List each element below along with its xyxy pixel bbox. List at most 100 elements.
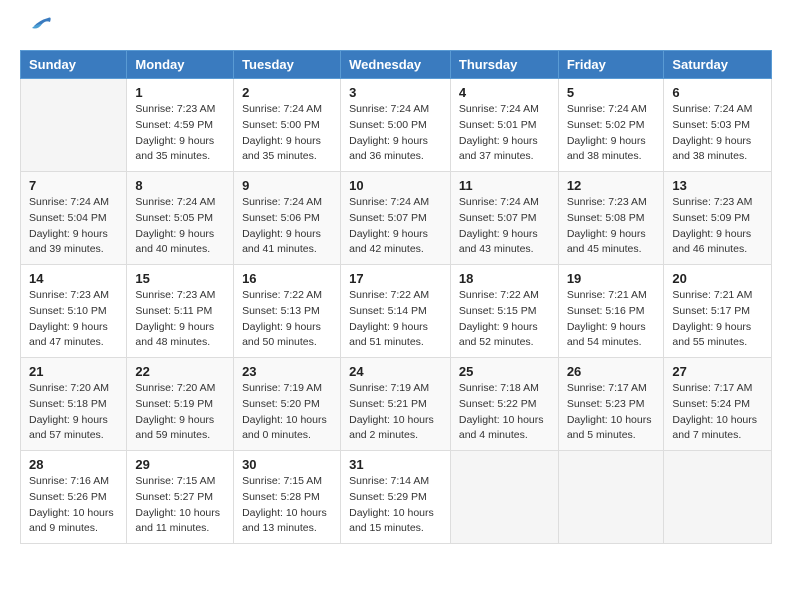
day-info: Sunrise: 7:24 AMSunset: 5:02 PMDaylight:… [567, 102, 656, 165]
calendar-cell: 22 Sunrise: 7:20 AMSunset: 5:19 PMDayligh… [127, 358, 234, 451]
day-info: Sunrise: 7:17 AMSunset: 5:24 PMDaylight:… [672, 381, 763, 444]
day-number: 17 [349, 271, 442, 286]
day-info: Sunrise: 7:24 AMSunset: 5:05 PMDaylight:… [135, 195, 225, 258]
calendar-cell [664, 451, 772, 544]
calendar-cell: 19 Sunrise: 7:21 AMSunset: 5:16 PMDayligh… [558, 265, 664, 358]
calendar-cell: 26 Sunrise: 7:17 AMSunset: 5:23 PMDayligh… [558, 358, 664, 451]
day-number: 2 [242, 85, 332, 100]
calendar-cell: 9 Sunrise: 7:24 AMSunset: 5:06 PMDaylight… [234, 172, 341, 265]
calendar-cell: 28 Sunrise: 7:16 AMSunset: 5:26 PMDayligh… [21, 451, 127, 544]
day-info: Sunrise: 7:22 AMSunset: 5:14 PMDaylight:… [349, 288, 442, 351]
calendar-cell: 13 Sunrise: 7:23 AMSunset: 5:09 PMDayligh… [664, 172, 772, 265]
calendar-cell [450, 451, 558, 544]
day-info: Sunrise: 7:20 AMSunset: 5:19 PMDaylight:… [135, 381, 225, 444]
day-number: 30 [242, 457, 332, 472]
day-info: Sunrise: 7:16 AMSunset: 5:26 PMDaylight:… [29, 474, 118, 537]
column-header-wednesday: Wednesday [341, 51, 451, 79]
day-number: 25 [459, 364, 550, 379]
day-info: Sunrise: 7:23 AMSunset: 5:11 PMDaylight:… [135, 288, 225, 351]
day-info: Sunrise: 7:15 AMSunset: 5:27 PMDaylight:… [135, 474, 225, 537]
calendar-week-row: 7 Sunrise: 7:24 AMSunset: 5:04 PMDaylight… [21, 172, 772, 265]
day-info: Sunrise: 7:24 AMSunset: 5:07 PMDaylight:… [459, 195, 550, 258]
calendar-week-row: 1Sunrise: 7:23 AMSunset: 4:59 PMDaylight… [21, 79, 772, 172]
day-info: Sunrise: 7:23 AMSunset: 4:59 PMDaylight:… [135, 102, 225, 165]
day-info: Sunrise: 7:24 AMSunset: 5:06 PMDaylight:… [242, 195, 332, 258]
calendar-cell: 17 Sunrise: 7:22 AMSunset: 5:14 PMDayligh… [341, 265, 451, 358]
day-number: 6 [672, 85, 763, 100]
calendar-cell: 1Sunrise: 7:23 AMSunset: 4:59 PMDaylight… [127, 79, 234, 172]
day-number: 28 [29, 457, 118, 472]
day-info: Sunrise: 7:14 AMSunset: 5:29 PMDaylight:… [349, 474, 442, 537]
day-number: 15 [135, 271, 225, 286]
logo [20, 16, 56, 38]
calendar-cell: 21 Sunrise: 7:20 AMSunset: 5:18 PMDayligh… [21, 358, 127, 451]
calendar-cell: 29 Sunrise: 7:15 AMSunset: 5:27 PMDayligh… [127, 451, 234, 544]
day-number: 29 [135, 457, 225, 472]
day-info: Sunrise: 7:19 AMSunset: 5:20 PMDaylight:… [242, 381, 332, 444]
calendar-cell: 23 Sunrise: 7:19 AMSunset: 5:20 PMDayligh… [234, 358, 341, 451]
day-number: 13 [672, 178, 763, 193]
calendar-week-row: 28 Sunrise: 7:16 AMSunset: 5:26 PMDayligh… [21, 451, 772, 544]
calendar-cell: 2 Sunrise: 7:24 AMSunset: 5:00 PMDaylight… [234, 79, 341, 172]
calendar-cell: 11 Sunrise: 7:24 AMSunset: 5:07 PMDayligh… [450, 172, 558, 265]
calendar-cell: 18 Sunrise: 7:22 AMSunset: 5:15 PMDayligh… [450, 265, 558, 358]
calendar-cell: 24 Sunrise: 7:19 AMSunset: 5:21 PMDayligh… [341, 358, 451, 451]
column-header-sunday: Sunday [21, 51, 127, 79]
day-info: Sunrise: 7:23 AMSunset: 5:10 PMDaylight:… [29, 288, 118, 351]
day-number: 24 [349, 364, 442, 379]
day-info: Sunrise: 7:21 AMSunset: 5:16 PMDaylight:… [567, 288, 656, 351]
calendar-cell: 12Sunrise: 7:23 AMSunset: 5:08 PMDayligh… [558, 172, 664, 265]
column-header-tuesday: Tuesday [234, 51, 341, 79]
day-number: 11 [459, 178, 550, 193]
day-number: 18 [459, 271, 550, 286]
day-number: 23 [242, 364, 332, 379]
calendar-cell: 4Sunrise: 7:24 AMSunset: 5:01 PMDaylight… [450, 79, 558, 172]
calendar-cell: 30 Sunrise: 7:15 AMSunset: 5:28 PMDayligh… [234, 451, 341, 544]
day-number: 5 [567, 85, 656, 100]
day-number: 22 [135, 364, 225, 379]
day-info: Sunrise: 7:24 AMSunset: 5:01 PMDaylight:… [459, 102, 550, 165]
day-info: Sunrise: 7:17 AMSunset: 5:23 PMDaylight:… [567, 381, 656, 444]
column-header-monday: Monday [127, 51, 234, 79]
day-number: 3 [349, 85, 442, 100]
calendar-cell [21, 79, 127, 172]
day-info: Sunrise: 7:24 AMSunset: 5:00 PMDaylight:… [242, 102, 332, 165]
day-info: Sunrise: 7:24 AMSunset: 5:04 PMDaylight:… [29, 195, 118, 258]
day-info: Sunrise: 7:23 AMSunset: 5:08 PMDaylight:… [567, 195, 656, 258]
column-header-friday: Friday [558, 51, 664, 79]
calendar-cell: 6 Sunrise: 7:24 AMSunset: 5:03 PMDaylight… [664, 79, 772, 172]
calendar-cell: 15 Sunrise: 7:23 AMSunset: 5:11 PMDayligh… [127, 265, 234, 358]
day-number: 7 [29, 178, 118, 193]
day-info: Sunrise: 7:24 AMSunset: 5:03 PMDaylight:… [672, 102, 763, 165]
calendar-week-row: 14Sunrise: 7:23 AMSunset: 5:10 PMDayligh… [21, 265, 772, 358]
day-number: 31 [349, 457, 442, 472]
calendar-cell: 25Sunrise: 7:18 AMSunset: 5:22 PMDayligh… [450, 358, 558, 451]
calendar-cell: 8Sunrise: 7:24 AMSunset: 5:05 PMDaylight… [127, 172, 234, 265]
column-header-saturday: Saturday [664, 51, 772, 79]
calendar-cell: 7 Sunrise: 7:24 AMSunset: 5:04 PMDaylight… [21, 172, 127, 265]
column-header-thursday: Thursday [450, 51, 558, 79]
calendar-table: SundayMondayTuesdayWednesdayThursdayFrid… [20, 50, 772, 544]
day-number: 16 [242, 271, 332, 286]
page-header [20, 16, 772, 38]
day-number: 9 [242, 178, 332, 193]
day-info: Sunrise: 7:23 AMSunset: 5:09 PMDaylight:… [672, 195, 763, 258]
day-info: Sunrise: 7:20 AMSunset: 5:18 PMDaylight:… [29, 381, 118, 444]
day-info: Sunrise: 7:24 AMSunset: 5:07 PMDaylight:… [349, 195, 442, 258]
calendar-week-row: 21 Sunrise: 7:20 AMSunset: 5:18 PMDayligh… [21, 358, 772, 451]
day-info: Sunrise: 7:21 AMSunset: 5:17 PMDaylight:… [672, 288, 763, 351]
day-info: Sunrise: 7:22 AMSunset: 5:13 PMDaylight:… [242, 288, 332, 351]
day-info: Sunrise: 7:22 AMSunset: 5:15 PMDaylight:… [459, 288, 550, 351]
day-number: 27 [672, 364, 763, 379]
day-info: Sunrise: 7:15 AMSunset: 5:28 PMDaylight:… [242, 474, 332, 537]
day-number: 19 [567, 271, 656, 286]
day-number: 21 [29, 364, 118, 379]
calendar-cell: 14Sunrise: 7:23 AMSunset: 5:10 PMDayligh… [21, 265, 127, 358]
calendar-cell: 3 Sunrise: 7:24 AMSunset: 5:00 PMDaylight… [341, 79, 451, 172]
calendar-cell: 27 Sunrise: 7:17 AMSunset: 5:24 PMDayligh… [664, 358, 772, 451]
calendar-cell [558, 451, 664, 544]
day-info: Sunrise: 7:24 AMSunset: 5:00 PMDaylight:… [349, 102, 442, 165]
calendar-cell: 20Sunrise: 7:21 AMSunset: 5:17 PMDayligh… [664, 265, 772, 358]
day-info: Sunrise: 7:19 AMSunset: 5:21 PMDaylight:… [349, 381, 442, 444]
day-number: 26 [567, 364, 656, 379]
